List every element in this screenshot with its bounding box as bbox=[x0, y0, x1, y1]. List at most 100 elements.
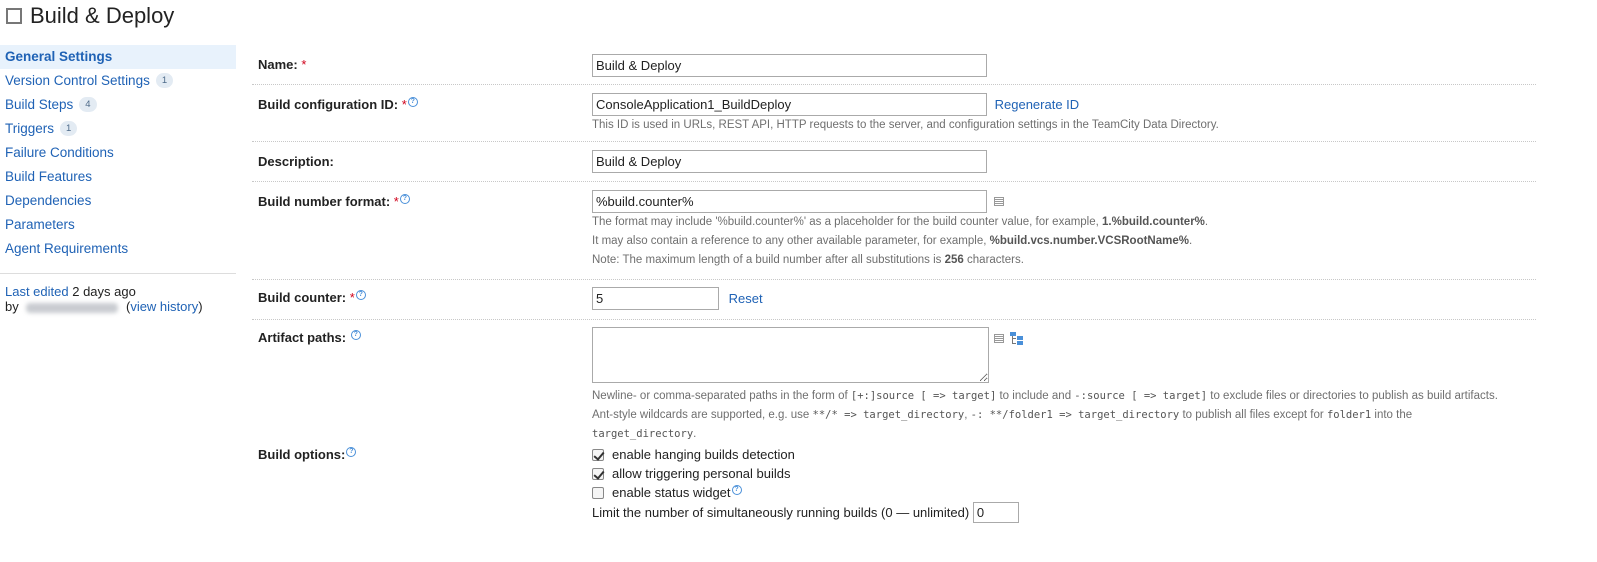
hanging-builds-checkbox[interactable] bbox=[592, 449, 604, 461]
count-badge: 4 bbox=[79, 97, 97, 112]
sidebar-item-label: Failure Conditions bbox=[5, 145, 114, 160]
required-marker: * bbox=[349, 290, 355, 305]
build-counter-input[interactable] bbox=[592, 287, 719, 310]
artifact-paths-textarea[interactable] bbox=[592, 327, 989, 383]
sidebar-item-general-settings[interactable]: General Settings bbox=[0, 45, 236, 69]
build-options-label-text: Build options: bbox=[258, 447, 346, 462]
help-icon[interactable]: ? bbox=[731, 485, 742, 495]
sidebar-item-parameters[interactable]: Parameters bbox=[0, 213, 236, 237]
help-icon[interactable]: ? bbox=[407, 97, 418, 107]
name-input[interactable] bbox=[592, 54, 987, 77]
artifact-paths-label: Artifact paths: ? bbox=[258, 330, 361, 345]
count-badge: 1 bbox=[60, 121, 78, 136]
view-history-link[interactable]: view history bbox=[130, 299, 198, 314]
build-number-note-3: Note: The maximum length of a build numb… bbox=[592, 251, 1208, 270]
sidebar-item-triggers[interactable]: Triggers 1 bbox=[0, 117, 236, 141]
option-personal-builds: allow triggering personal builds bbox=[592, 464, 1019, 483]
reset-counter-link[interactable]: Reset bbox=[729, 291, 763, 306]
sidebar-item-label: Parameters bbox=[5, 217, 75, 232]
build-number-format-row: Build number format: *? The format may i… bbox=[252, 182, 1536, 280]
build-counter-label-text: Build counter: bbox=[258, 290, 347, 305]
required-marker: * bbox=[301, 57, 307, 72]
build-number-format-notes: The format may include '%build.counter%'… bbox=[592, 213, 1208, 270]
sidebar-item-agent-requirements[interactable]: Agent Requirements bbox=[0, 237, 236, 261]
help-icon[interactable]: ? bbox=[350, 330, 361, 340]
parameter-picker-icon[interactable] bbox=[994, 197, 1004, 206]
note-text: to include and bbox=[996, 390, 1075, 402]
sidebar-item-failure-conditions[interactable]: Failure Conditions bbox=[0, 141, 236, 165]
sidebar-item-label: Agent Requirements bbox=[5, 241, 129, 256]
note-code: -:source [ => target] bbox=[1074, 390, 1208, 402]
build-options-label: Build options:? bbox=[258, 447, 357, 462]
note-example: 256 bbox=[944, 254, 964, 266]
build-counter-label: Build counter: *? bbox=[258, 290, 366, 305]
sidebar: General Settings Version Control Setting… bbox=[0, 45, 236, 314]
page-title: Build & Deploy bbox=[30, 3, 175, 28]
sidebar-item-dependencies[interactable]: Dependencies bbox=[0, 189, 236, 213]
build-options-list: enable hanging builds detection allow tr… bbox=[592, 445, 1019, 523]
note-example: %build.vcs.number.VCSRootName% bbox=[989, 235, 1189, 247]
help-icon[interactable]: ? bbox=[399, 194, 410, 204]
sidebar-item-build-steps[interactable]: Build Steps 4 bbox=[0, 93, 236, 117]
description-label: Description: bbox=[258, 154, 334, 169]
note-example: 1.%build.counter% bbox=[1102, 216, 1205, 228]
option-status-widget: enable status widget? bbox=[592, 483, 1019, 502]
blurred-username bbox=[26, 302, 119, 313]
note-code: [+:]source [ => target] bbox=[850, 390, 997, 402]
artifact-paths-notes: Newline- or comma-separated paths in the… bbox=[592, 387, 1498, 444]
required-marker: * bbox=[393, 194, 399, 209]
last-edited-link[interactable]: Last edited bbox=[5, 284, 69, 299]
description-row: Description: bbox=[252, 142, 1536, 182]
sidebar-item-label: Dependencies bbox=[5, 193, 92, 208]
config-id-note: This ID is used in URLs, REST API, HTTP … bbox=[592, 119, 1219, 131]
limit-builds-input[interactable] bbox=[972, 502, 1019, 523]
sidebar-item-label: Build Steps bbox=[5, 97, 74, 112]
build-counter-row: Build counter: *? Reset bbox=[252, 280, 1536, 320]
config-id-input[interactable] bbox=[592, 93, 987, 116]
option-label: enable status widget bbox=[612, 485, 731, 500]
note-code: target_directory bbox=[592, 428, 694, 440]
sidebar-item-version-control-settings[interactable]: Version Control Settings 1 bbox=[0, 69, 236, 93]
note-text: Newline- or comma-separated paths in the… bbox=[592, 390, 851, 402]
note-text: into the bbox=[1371, 409, 1413, 421]
build-number-format-label-text: Build number format: bbox=[258, 194, 391, 209]
note-text: Note: The maximum length of a build numb… bbox=[592, 254, 945, 266]
last-edited-info: Last edited 2 days ago by (view history) bbox=[5, 284, 203, 314]
note-text: . bbox=[1204, 216, 1209, 228]
note-text: . bbox=[1188, 235, 1193, 247]
name-label: Name: * bbox=[258, 57, 306, 72]
parameter-picker-icon[interactable] bbox=[994, 334, 1004, 343]
sidebar-item-label: Version Control Settings bbox=[5, 73, 150, 88]
help-icon[interactable]: ? bbox=[346, 447, 357, 457]
artifact-note-3: target_directory. bbox=[592, 425, 1498, 444]
note-text: to exclude files or directories to publi… bbox=[1207, 390, 1498, 402]
option-hanging-builds: enable hanging builds detection bbox=[592, 445, 1019, 464]
build-number-note-2: It may also contain a reference to any o… bbox=[592, 232, 1208, 251]
build-number-format-label: Build number format: *? bbox=[258, 194, 410, 209]
regenerate-id-link[interactable]: Regenerate ID bbox=[995, 97, 1080, 112]
page-header: Build & Deploy bbox=[6, 2, 174, 30]
last-edited-time: 2 days ago bbox=[72, 284, 136, 299]
artifact-tree-icon[interactable] bbox=[1010, 332, 1024, 345]
build-number-format-input[interactable] bbox=[592, 190, 987, 213]
status-widget-checkbox[interactable] bbox=[592, 487, 604, 499]
option-limit-builds: Limit the number of simultaneously runni… bbox=[592, 502, 1019, 523]
sidebar-item-label: Build Features bbox=[5, 169, 93, 184]
required-marker: * bbox=[401, 97, 407, 112]
build-number-note-1: The format may include '%build.counter%'… bbox=[592, 213, 1208, 232]
note-text: to publish all files except for bbox=[1179, 409, 1327, 421]
name-row: Name: * bbox=[252, 45, 1536, 85]
artifact-note-1: Newline- or comma-separated paths in the… bbox=[592, 387, 1498, 406]
name-label-text: Name: bbox=[258, 57, 298, 72]
config-checkbox-icon bbox=[6, 8, 22, 24]
help-icon[interactable]: ? bbox=[355, 290, 366, 300]
sidebar-item-build-features[interactable]: Build Features bbox=[0, 165, 236, 189]
build-options-row: Build options:? enable hanging builds de… bbox=[252, 445, 1536, 535]
description-input[interactable] bbox=[592, 150, 987, 173]
sidebar-divider bbox=[0, 273, 236, 274]
note-text: . bbox=[693, 428, 697, 440]
general-settings-form: Name: * Build configuration ID: *? Regen… bbox=[252, 45, 1536, 535]
note-text: It may also contain a reference to any o… bbox=[592, 235, 990, 247]
config-id-label-text: Build configuration ID: bbox=[258, 97, 399, 112]
personal-builds-checkbox[interactable] bbox=[592, 468, 604, 480]
